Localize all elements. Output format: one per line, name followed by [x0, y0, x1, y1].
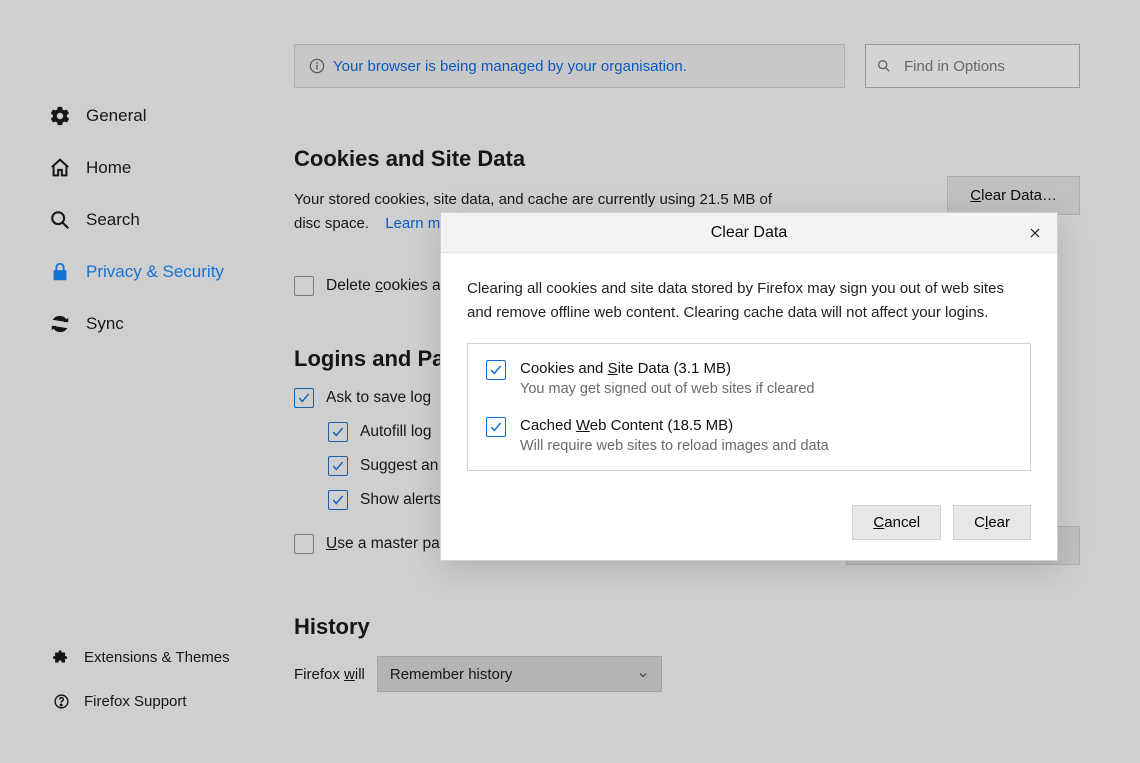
dialog-options: Cookies and Site Data (3.1 MB) You may g…	[467, 343, 1031, 471]
dialog-title-bar: Clear Data	[441, 213, 1057, 253]
dialog-description: Clearing all cookies and site data store…	[467, 277, 1031, 325]
search-input[interactable]	[902, 57, 1069, 76]
learn-more-link[interactable]: Learn m	[385, 215, 440, 232]
managed-banner[interactable]: Your browser is being managed by your or…	[294, 44, 845, 88]
info-icon	[309, 58, 325, 74]
banner-text: Your browser is being managed by your or…	[333, 58, 687, 75]
delete-cookies-checkbox[interactable]	[294, 276, 314, 296]
suggest-passwords-checkbox[interactable]	[328, 456, 348, 476]
sidebar-item-home[interactable]: Home	[48, 142, 240, 194]
lock-icon	[48, 260, 72, 284]
sidebar-item-label: Sync	[86, 314, 124, 334]
autofill-logins-checkbox[interactable]	[328, 422, 348, 442]
sidebar-item-sync[interactable]: Sync	[48, 298, 240, 350]
history-mode-select[interactable]: Remember history	[377, 656, 662, 692]
ask-save-logins-label: Ask to save log	[326, 389, 431, 407]
option-cookies-checkbox[interactable]	[486, 360, 506, 380]
option-cookies-sub: You may get signed out of web sites if c…	[520, 381, 814, 397]
option-cookies-title: Cookies and Site Data (3.1 MB)	[520, 360, 814, 377]
bottom-link-support[interactable]: Firefox Support	[52, 679, 240, 723]
use-master-password-checkbox[interactable]	[294, 534, 314, 554]
puzzle-icon	[52, 648, 70, 666]
bottom-link-extensions[interactable]: Extensions & Themes	[52, 635, 240, 679]
dialog-title: Clear Data	[711, 224, 787, 242]
sidebar-item-search[interactable]: Search	[48, 194, 240, 246]
sidebar: General Home Search Privacy & Security	[0, 0, 250, 763]
show-alerts-label: Show alerts	[360, 491, 441, 509]
sidebar-item-label: Search	[86, 210, 140, 230]
section-title-history: History	[294, 614, 1080, 640]
close-button[interactable]	[1023, 221, 1047, 245]
history-mode-value: Remember history	[390, 666, 513, 683]
search-icon	[876, 58, 892, 74]
sidebar-item-label: Home	[86, 158, 131, 178]
show-alerts-checkbox[interactable]	[328, 490, 348, 510]
home-icon	[48, 156, 72, 180]
search-in-options[interactable]	[865, 44, 1080, 88]
sidebar-item-privacy-security[interactable]: Privacy & Security	[48, 246, 240, 298]
option-cached-web-content: Cached Web Content (18.5 MB) Will requir…	[486, 417, 1012, 454]
bottom-link-label: Extensions & Themes	[84, 649, 230, 666]
suggest-passwords-label: Suggest an	[360, 457, 438, 475]
option-cached-checkbox[interactable]	[486, 417, 506, 437]
sidebar-item-general[interactable]: General	[48, 90, 240, 142]
search-icon	[48, 208, 72, 232]
chevron-down-icon	[637, 668, 649, 680]
sidebar-item-label: General	[86, 106, 146, 126]
option-cached-title: Cached Web Content (18.5 MB)	[520, 417, 829, 434]
sync-icon	[48, 312, 72, 336]
ask-save-logins-checkbox[interactable]	[294, 388, 314, 408]
section-title-cookies: Cookies and Site Data	[294, 146, 1080, 172]
autofill-logins-label: Autofill log	[360, 423, 432, 441]
clear-button[interactable]: Clear	[953, 505, 1031, 540]
gear-icon	[48, 104, 72, 128]
clear-data-button[interactable]: Clear Data…	[947, 176, 1080, 215]
section-history: History Firefox will Remember history	[294, 614, 1080, 692]
question-icon	[52, 692, 70, 710]
option-cookies-site-data: Cookies and Site Data (3.1 MB) You may g…	[486, 360, 1012, 397]
option-cached-sub: Will require web sites to reload images …	[520, 438, 829, 454]
history-prefix: Firefox will	[294, 666, 365, 683]
delete-cookies-label: Delete cookies a	[326, 277, 441, 295]
clear-data-dialog: Clear Data Clearing all cookies and site…	[440, 212, 1058, 561]
sidebar-item-label: Privacy & Security	[86, 262, 224, 282]
cancel-button[interactable]: Cancel	[852, 505, 941, 540]
bottom-link-label: Firefox Support	[84, 693, 187, 710]
